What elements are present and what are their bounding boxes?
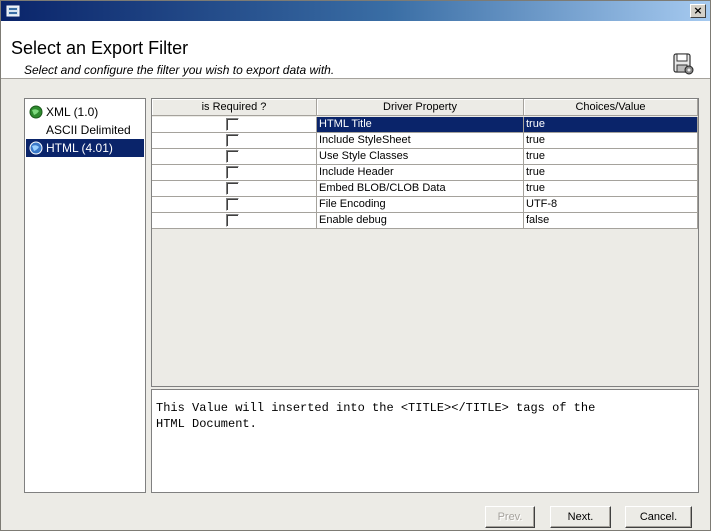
filter-item-label: ASCII Delimited <box>46 123 131 137</box>
globe-icon <box>29 141 43 155</box>
filter-item-html[interactable]: HTML (4.01) <box>26 139 144 157</box>
export-wizard-window: × Select an Export Filter Select and con… <box>0 0 711 531</box>
filter-item-xml[interactable]: XML (1.0) <box>26 103 98 121</box>
page-title: Select an Export Filter <box>11 38 189 58</box>
next-button[interactable]: Next. <box>550 506 611 528</box>
close-button[interactable]: × <box>690 4 706 18</box>
property-cell[interactable]: Embed BLOB/CLOB Data <box>317 181 524 197</box>
required-cell <box>152 149 317 165</box>
table-row[interactable]: HTML Title true <box>152 117 698 133</box>
cancel-button-label: Cancel. <box>639 511 678 523</box>
globe-icon <box>29 105 43 119</box>
filter-item-ascii[interactable]: ASCII Delimited <box>26 121 131 139</box>
table-body: HTML Title true Include StyleSheet true … <box>152 117 698 229</box>
required-checkbox[interactable] <box>225 150 239 163</box>
required-checkbox[interactable] <box>225 214 239 227</box>
prev-button-label: Prev. <box>497 511 523 523</box>
value-cell[interactable]: false <box>524 213 698 229</box>
next-button-label: Next. <box>567 511 594 523</box>
value-cell[interactable]: true <box>524 133 698 149</box>
property-cell[interactable]: HTML Title <box>317 117 524 133</box>
filter-list[interactable]: XML (1.0) ASCII Delimited HTML (4.01) <box>24 98 146 493</box>
property-cell[interactable]: Include Header <box>317 165 524 181</box>
required-cell <box>152 213 317 229</box>
column-header-property[interactable]: Driver Property <box>317 99 524 116</box>
value-cell[interactable]: true <box>524 181 698 197</box>
wizard-header: Select an Export Filter Select and confi… <box>1 21 710 79</box>
required-cell <box>152 197 317 213</box>
table-row[interactable]: File Encoding UTF-8 <box>152 197 698 213</box>
column-header-required[interactable]: is Required ? <box>152 99 317 116</box>
property-cell[interactable]: Enable debug <box>317 213 524 229</box>
table-row[interactable]: Include Header true <box>152 165 698 181</box>
prev-button[interactable]: Prev. <box>485 506 535 528</box>
page-subtitle: Select and configure the filter you wish… <box>24 63 335 77</box>
value-cell[interactable]: UTF-8 <box>524 197 698 213</box>
required-cell <box>152 117 317 133</box>
driver-properties-table[interactable]: is Required ? Driver Property Choices/Va… <box>151 98 699 387</box>
filter-item-label: XML (1.0) <box>46 105 99 119</box>
required-cell <box>152 133 317 149</box>
cancel-button[interactable]: Cancel. <box>625 506 692 528</box>
table-row[interactable]: Embed BLOB/CLOB Data true <box>152 181 698 197</box>
table-header: is Required ? Driver Property Choices/Va… <box>152 99 698 116</box>
table-row[interactable]: Include StyleSheet true <box>152 133 698 149</box>
required-cell <box>152 165 317 181</box>
property-cell[interactable]: Include StyleSheet <box>317 133 524 149</box>
value-cell[interactable]: true <box>524 117 698 133</box>
value-cell[interactable]: true <box>524 149 698 165</box>
value-cell[interactable]: true <box>524 165 698 181</box>
app-icon <box>6 5 20 17</box>
required-cell <box>152 181 317 197</box>
table-row[interactable]: Enable debug false <box>152 213 698 229</box>
property-description: This Value will inserted into the <TITLE… <box>151 389 699 493</box>
property-cell[interactable]: File Encoding <box>317 197 524 213</box>
required-checkbox[interactable] <box>225 166 239 179</box>
property-cell[interactable]: Use Style Classes <box>317 149 524 165</box>
required-checkbox[interactable] <box>225 134 239 147</box>
required-checkbox[interactable] <box>225 182 239 195</box>
export-disk-icon <box>673 53 694 75</box>
required-checkbox[interactable] <box>225 198 239 211</box>
required-checkbox[interactable] <box>225 118 239 131</box>
table-row[interactable]: Use Style Classes true <box>152 149 698 165</box>
title-bar[interactable]: × <box>1 1 710 21</box>
column-header-value[interactable]: Choices/Value <box>524 99 698 116</box>
close-icon: × <box>693 4 703 17</box>
filter-item-label: HTML (4.01) <box>46 141 113 155</box>
